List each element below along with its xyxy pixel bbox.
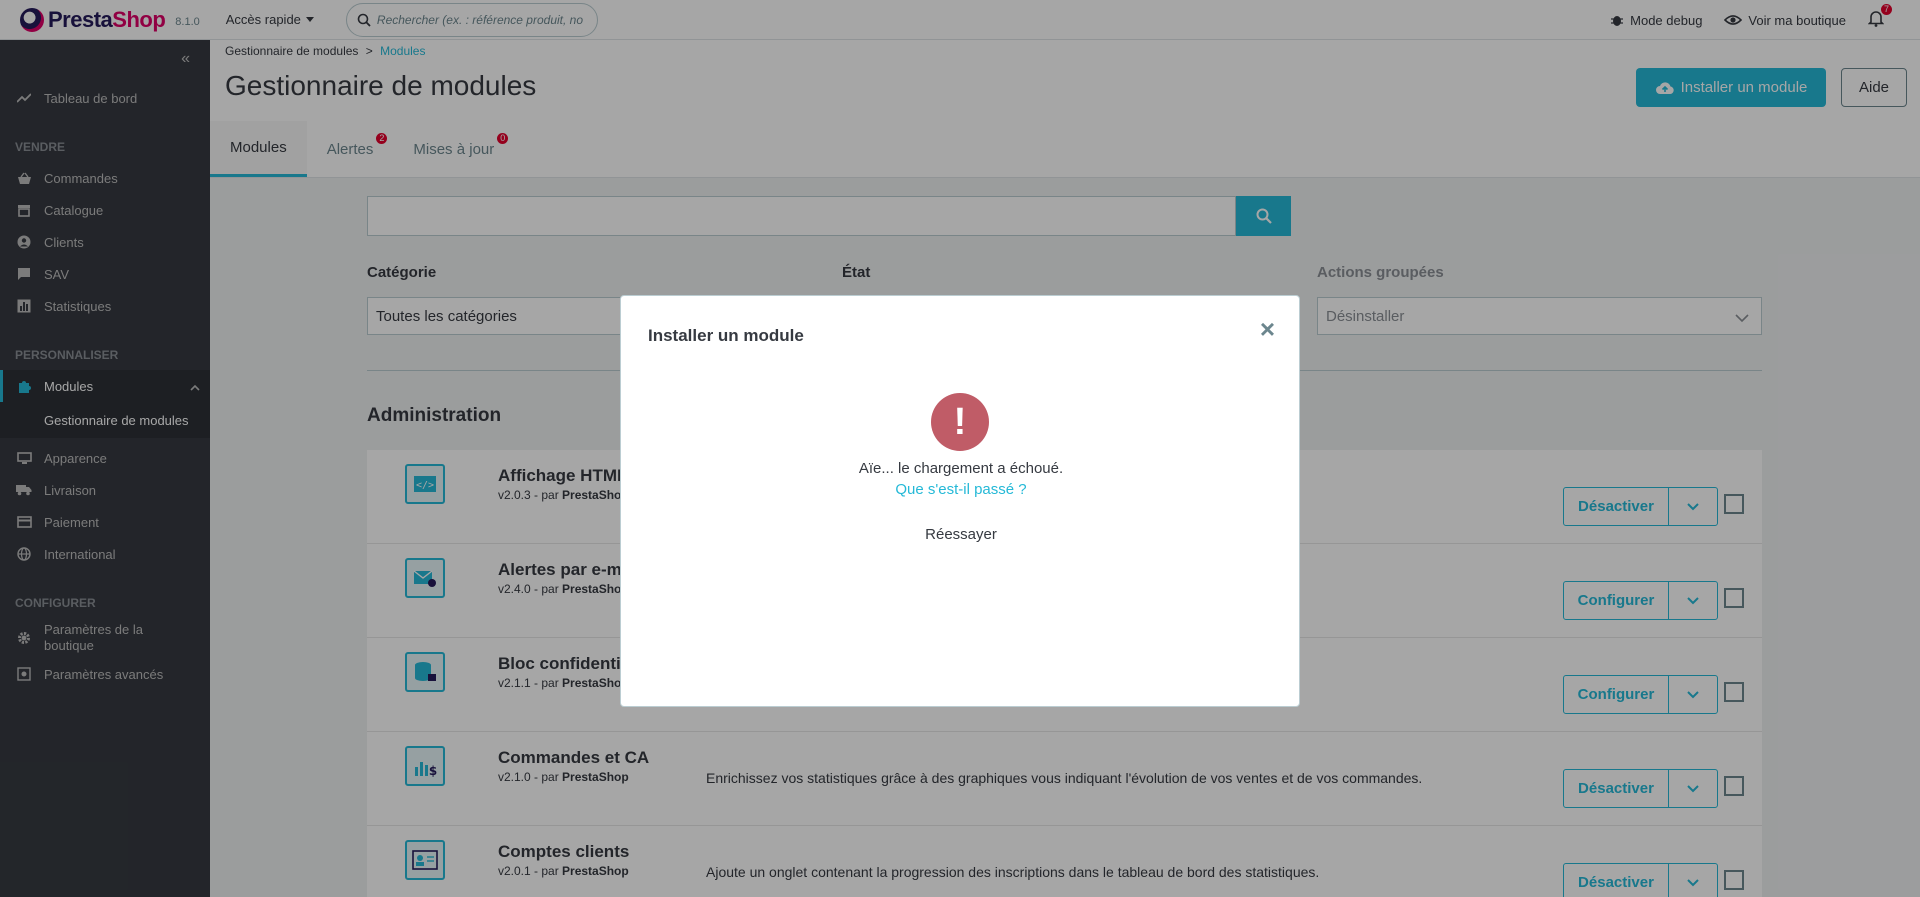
close-icon[interactable]: ×	[1260, 316, 1275, 342]
retry-button-wrap: Réessayer	[621, 526, 1301, 543]
install-module-modal: Installer un module × ! Aïe... le charge…	[620, 295, 1300, 707]
error-message: Aïe... le chargement a échoué.	[858, 460, 1064, 477]
error-icon: !	[931, 393, 989, 451]
error-details-link: Que s'est-il passé ?	[621, 481, 1301, 498]
error-details-link-text[interactable]: Que s'est-il passé ?	[895, 481, 1026, 498]
modal-title: Installer un module	[648, 326, 804, 345]
retry-button[interactable]: Réessayer	[925, 526, 997, 543]
